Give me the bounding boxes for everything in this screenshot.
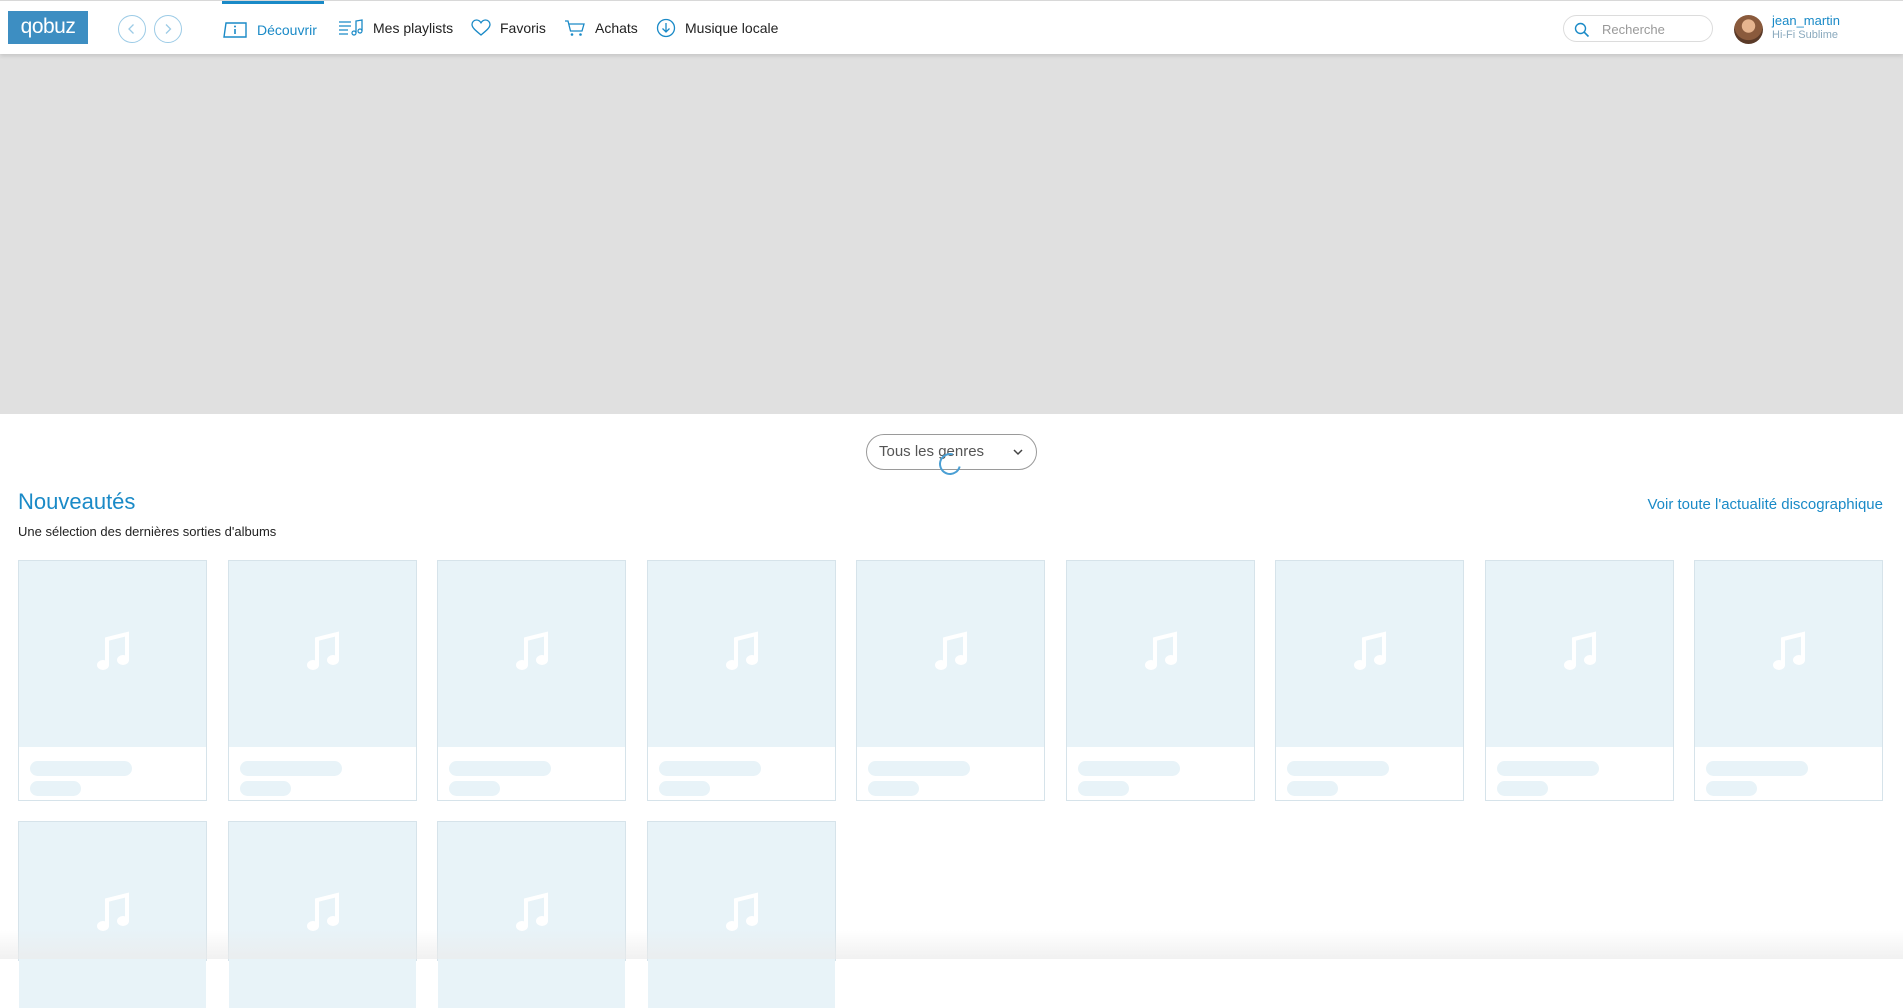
- top-navigation-bar: qobuz Découvrir Mes playlists Favoris Ac…: [0, 0, 1903, 54]
- album-card-placeholder[interactable]: [647, 821, 836, 1008]
- album-cover-placeholder: [857, 561, 1044, 747]
- hero-banner-placeholder: [0, 54, 1903, 414]
- album-card-placeholder[interactable]: [437, 821, 626, 1008]
- artist-skeleton: [1497, 781, 1548, 796]
- genre-select-value: Tous les genres: [879, 443, 985, 460]
- artist-skeleton: [868, 781, 919, 796]
- see-all-link[interactable]: Voir toute l'actualité discographique: [1647, 496, 1883, 513]
- chevron-down-icon: [1013, 449, 1023, 456]
- nav-musique-locale[interactable]: Musique locale: [656, 1, 778, 55]
- album-cover-placeholder: [648, 561, 835, 747]
- nav-favoris[interactable]: Favoris: [471, 1, 546, 55]
- album-card-placeholder[interactable]: [1485, 560, 1674, 801]
- search-box[interactable]: [1563, 15, 1713, 42]
- discover-icon: [222, 21, 248, 39]
- album-cover-placeholder: [19, 561, 206, 747]
- album-card-placeholder[interactable]: [228, 821, 417, 1008]
- album-card-placeholder[interactable]: [18, 821, 207, 1008]
- album-cover-placeholder: [1695, 561, 1882, 747]
- title-skeleton: [1706, 761, 1808, 776]
- title-skeleton: [1497, 761, 1599, 776]
- section-title: Nouveautés: [18, 489, 136, 514]
- album-cover-placeholder: [1067, 561, 1254, 747]
- back-button[interactable]: [118, 15, 146, 43]
- artist-skeleton: [1287, 781, 1338, 796]
- nav-label: Découvrir: [257, 21, 317, 38]
- download-icon: [656, 18, 676, 38]
- music-note-icon: [1772, 630, 1806, 678]
- chevron-right-icon: [165, 24, 172, 34]
- music-note-icon: [306, 630, 340, 678]
- music-note-icon: [725, 891, 759, 939]
- cart-icon: [564, 19, 586, 37]
- title-skeleton: [1078, 761, 1180, 776]
- search-icon: [1574, 22, 1590, 38]
- album-card-placeholder[interactable]: [437, 560, 626, 801]
- album-card-placeholder[interactable]: [856, 560, 1045, 801]
- search-input[interactable]: [1600, 19, 1709, 40]
- album-card-placeholder[interactable]: [1694, 560, 1883, 801]
- artist-skeleton: [1706, 781, 1757, 796]
- music-note-icon: [934, 630, 968, 678]
- artist-skeleton: [30, 781, 81, 796]
- album-cover-placeholder: [229, 561, 416, 747]
- username[interactable]: jean_martin: [1772, 13, 1840, 28]
- nav-decouvrir[interactable]: Découvrir: [222, 1, 324, 55]
- album-card-placeholder[interactable]: [1066, 560, 1255, 801]
- album-card-placeholder[interactable]: [228, 560, 417, 801]
- music-note-icon: [1353, 630, 1387, 678]
- nav-mes-playlists[interactable]: Mes playlists: [338, 1, 453, 55]
- nav-label: Mes playlists: [373, 20, 454, 36]
- music-note-icon: [1563, 630, 1597, 678]
- artist-skeleton: [1078, 781, 1129, 796]
- music-note-icon: [96, 630, 130, 678]
- music-note-icon: [725, 630, 759, 678]
- subscription-plan: Hi-Fi Sublime: [1772, 29, 1839, 41]
- nav-label: Achats: [595, 20, 638, 36]
- section-subtitle: Une sélection des dernières sorties d'al…: [18, 524, 277, 539]
- title-skeleton: [240, 761, 342, 776]
- album-card-placeholder[interactable]: [647, 560, 836, 801]
- album-cover-placeholder: [1486, 561, 1673, 747]
- title-skeleton: [1287, 761, 1389, 776]
- chevron-left-icon: [128, 24, 134, 34]
- album-cover-placeholder: [1276, 561, 1463, 747]
- album-cover-placeholder: [438, 822, 625, 1008]
- title-skeleton: [868, 761, 970, 776]
- artist-skeleton: [659, 781, 710, 796]
- title-skeleton: [449, 761, 551, 776]
- title-skeleton: [30, 761, 132, 776]
- qobuz-logo[interactable]: qobuz: [8, 11, 88, 44]
- title-skeleton: [659, 761, 761, 776]
- heart-icon: [471, 19, 491, 37]
- music-note-icon: [306, 891, 340, 939]
- nav-label: Musique locale: [685, 20, 779, 36]
- artist-skeleton: [240, 781, 291, 796]
- album-cover-placeholder: [438, 561, 625, 747]
- music-note-icon: [96, 891, 130, 939]
- album-cover-placeholder: [19, 822, 206, 1008]
- nav-label: Favoris: [500, 20, 546, 36]
- album-card-placeholder[interactable]: [18, 560, 207, 801]
- avatar[interactable]: [1734, 15, 1763, 44]
- album-card-placeholder[interactable]: [1275, 560, 1464, 801]
- forward-button[interactable]: [154, 15, 182, 43]
- music-note-icon: [515, 630, 549, 678]
- music-note-icon: [1144, 630, 1178, 678]
- album-cover-placeholder: [648, 822, 835, 1008]
- artist-skeleton: [449, 781, 500, 796]
- nav-achats[interactable]: Achats: [564, 1, 638, 55]
- album-cover-placeholder: [229, 822, 416, 1008]
- music-note-icon: [515, 891, 549, 939]
- playlist-icon: [338, 19, 364, 37]
